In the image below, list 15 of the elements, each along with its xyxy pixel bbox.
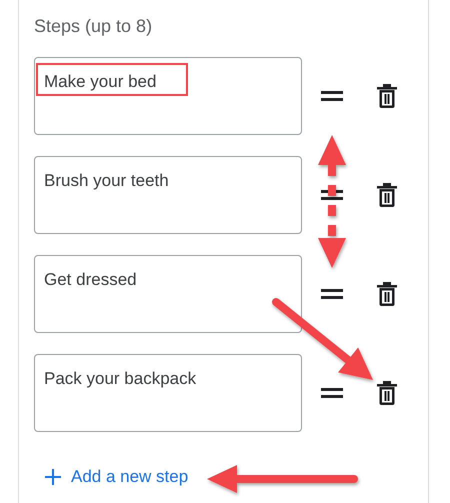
step-field[interactable]: Get dressed bbox=[34, 255, 302, 333]
drag-handle-icon[interactable] bbox=[321, 190, 343, 200]
trash-icon[interactable] bbox=[377, 381, 397, 405]
trash-icon[interactable] bbox=[377, 84, 397, 108]
step-field[interactable]: Pack your backpack bbox=[34, 354, 302, 432]
plus-icon bbox=[45, 469, 61, 485]
drag-handle-icon[interactable] bbox=[321, 289, 343, 299]
drag-handle-icon[interactable] bbox=[321, 388, 343, 398]
trash-icon[interactable] bbox=[377, 282, 397, 306]
step-field[interactable]: Brush your teeth bbox=[34, 156, 302, 234]
step-field[interactable]: Make your bed bbox=[34, 57, 302, 135]
section-label: Steps (up to 8) bbox=[34, 15, 154, 37]
add-step-link[interactable]: Add a new step bbox=[45, 467, 188, 487]
drag-handle-icon[interactable] bbox=[321, 91, 343, 101]
trash-icon[interactable] bbox=[377, 183, 397, 207]
